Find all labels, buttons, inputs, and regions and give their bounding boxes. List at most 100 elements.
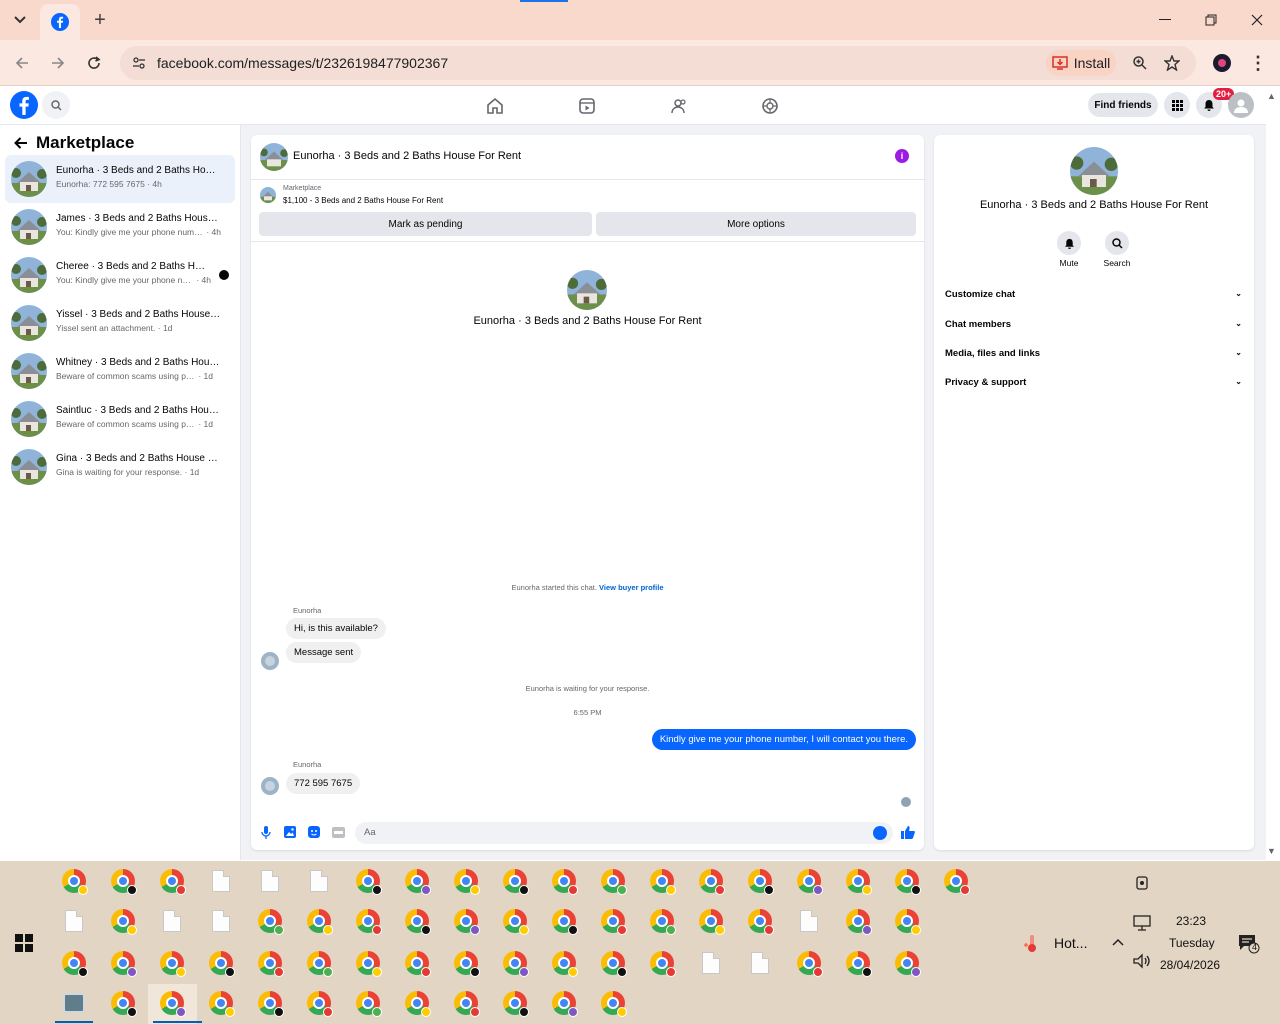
menu-grid-icon[interactable] bbox=[1164, 92, 1190, 118]
find-friends-button[interactable]: Find friends bbox=[1088, 93, 1158, 117]
conversation-item[interactable]: Gina · 3 Beds and 2 Baths House For Rent… bbox=[5, 443, 235, 491]
message-bubble-outgoing[interactable]: Kindly give me your phone number, I will… bbox=[651, 729, 916, 750]
chrome-app-icon[interactable] bbox=[111, 909, 137, 935]
conversation-item[interactable]: Cheree · 3 Beds and 2 Baths House For Re… bbox=[5, 251, 235, 299]
chrome-app-icon[interactable] bbox=[454, 869, 480, 895]
message-bubble-incoming[interactable]: 772 595 7675 bbox=[286, 773, 361, 794]
chrome-app-icon[interactable] bbox=[650, 951, 676, 977]
gaming-nav-icon[interactable] bbox=[759, 95, 781, 117]
view-buyer-profile-link[interactable]: View buyer profile bbox=[599, 583, 663, 592]
document-file-icon[interactable] bbox=[62, 909, 86, 933]
chrome-app-icon[interactable] bbox=[650, 869, 676, 895]
chrome-app-icon[interactable] bbox=[62, 951, 88, 977]
facebook-logo-icon[interactable] bbox=[10, 91, 38, 119]
microphone-icon[interactable] bbox=[259, 825, 273, 839]
chrome-app-icon[interactable] bbox=[503, 869, 529, 895]
meet-now-icon[interactable] bbox=[1130, 871, 1154, 895]
close-window-button[interactable] bbox=[1239, 6, 1275, 34]
listing-thumbnail[interactable] bbox=[260, 187, 276, 203]
chrome-app-icon[interactable] bbox=[601, 951, 627, 977]
bookmark-star-icon[interactable] bbox=[1160, 51, 1184, 75]
sticker-icon[interactable] bbox=[307, 825, 321, 839]
chrome-app-icon[interactable] bbox=[160, 991, 186, 1017]
chrome-app-icon[interactable] bbox=[601, 991, 627, 1017]
document-file-icon[interactable] bbox=[258, 869, 282, 893]
document-file-icon[interactable] bbox=[209, 869, 233, 893]
chrome-app-icon[interactable] bbox=[307, 951, 333, 977]
reload-button[interactable] bbox=[80, 49, 108, 77]
groups-nav-icon[interactable] bbox=[667, 95, 689, 117]
back-arrow-icon[interactable] bbox=[14, 137, 28, 149]
extension-icon[interactable] bbox=[1210, 51, 1234, 75]
message-input[interactable]: Aa bbox=[355, 822, 893, 844]
chrome-app-icon[interactable] bbox=[258, 909, 284, 935]
chrome-app-icon[interactable] bbox=[503, 991, 529, 1017]
minimize-button[interactable] bbox=[1147, 6, 1183, 34]
volume-icon[interactable] bbox=[1130, 949, 1154, 973]
photo-icon[interactable] bbox=[283, 825, 297, 839]
more-options-button[interactable]: More options bbox=[596, 212, 916, 236]
chrome-app-icon[interactable] bbox=[552, 909, 578, 935]
chat-avatar[interactable] bbox=[260, 143, 288, 171]
chrome-app-icon[interactable] bbox=[160, 869, 186, 895]
document-file-icon[interactable] bbox=[307, 869, 331, 893]
chrome-app-icon[interactable] bbox=[748, 869, 774, 895]
customize-chat-section[interactable]: Customize chat ⌄ bbox=[945, 289, 1242, 307]
chrome-app-icon[interactable] bbox=[111, 951, 137, 977]
chrome-app-icon[interactable] bbox=[405, 991, 431, 1017]
url-text[interactable]: facebook.com/messages/t/2326198477902367 bbox=[157, 55, 448, 71]
privacy-support-section[interactable]: Privacy & support ⌄ bbox=[945, 377, 1242, 395]
conversation-item[interactable]: Eunorha · 3 Beds and 2 Baths House For R… bbox=[5, 155, 235, 203]
chrome-app-icon[interactable] bbox=[552, 991, 578, 1017]
media-files-section[interactable]: Media, files and links ⌄ bbox=[945, 348, 1242, 366]
chrome-app-icon[interactable] bbox=[846, 909, 872, 935]
clock-date[interactable]: 28/04/2026 bbox=[1160, 958, 1220, 972]
chrome-app-icon[interactable] bbox=[454, 991, 480, 1017]
chrome-app-icon[interactable] bbox=[552, 951, 578, 977]
document-file-icon[interactable] bbox=[797, 909, 821, 933]
chrome-app-icon[interactable] bbox=[601, 869, 627, 895]
conversation-item[interactable]: Whitney · 3 Beds and 2 Baths House For R… bbox=[5, 347, 235, 395]
chrome-app-icon[interactable] bbox=[307, 909, 333, 935]
search-chat-button[interactable]: Search bbox=[1097, 231, 1137, 268]
browser-menu-icon[interactable]: ⋮ bbox=[1248, 51, 1268, 75]
restore-button[interactable] bbox=[1193, 6, 1229, 34]
chrome-app-icon[interactable] bbox=[797, 951, 823, 977]
chrome-app-icon[interactable] bbox=[895, 909, 921, 935]
document-file-icon[interactable] bbox=[209, 909, 233, 933]
chrome-app-icon[interactable] bbox=[454, 909, 480, 935]
chat-title[interactable]: Eunorha · 3 Beds and 2 Baths House For R… bbox=[293, 150, 521, 162]
chrome-app-icon[interactable] bbox=[258, 991, 284, 1017]
gif-icon[interactable] bbox=[331, 825, 345, 839]
chrome-app-icon[interactable] bbox=[307, 991, 333, 1017]
message-bubble-incoming[interactable]: Message sent bbox=[286, 642, 362, 663]
chrome-app-icon[interactable] bbox=[797, 869, 823, 895]
chrome-app-icon[interactable] bbox=[454, 951, 480, 977]
clock-day[interactable]: Tuesday bbox=[1169, 936, 1215, 950]
chrome-app-icon[interactable] bbox=[944, 869, 970, 895]
conversation-item[interactable]: Yissel · 3 Beds and 2 Baths House For Re… bbox=[5, 299, 235, 347]
chrome-app-icon[interactable] bbox=[601, 909, 627, 935]
windows-start-icon[interactable] bbox=[15, 934, 33, 952]
install-app-button[interactable]: Install bbox=[1046, 50, 1116, 76]
chrome-app-icon[interactable] bbox=[895, 869, 921, 895]
message-bubble-incoming[interactable]: Hi, is this available? bbox=[286, 618, 386, 639]
scrollbar-down-arrow-icon[interactable]: ▼ bbox=[1267, 846, 1276, 856]
thumbs-up-icon[interactable] bbox=[901, 825, 915, 839]
chrome-app-icon[interactable] bbox=[699, 909, 725, 935]
mark-pending-button[interactable]: Mark as pending bbox=[259, 212, 592, 236]
chrome-app-icon[interactable] bbox=[846, 951, 872, 977]
network-icon[interactable] bbox=[1130, 911, 1154, 935]
conversation-item[interactable]: Saintluc · 3 Beds and 2 Baths House For … bbox=[5, 395, 235, 443]
forward-button[interactable] bbox=[44, 49, 72, 77]
chrome-app-icon[interactable] bbox=[160, 951, 186, 977]
chrome-app-icon[interactable] bbox=[111, 991, 137, 1017]
clock-time[interactable]: 23:23 bbox=[1176, 914, 1206, 928]
emoji-icon[interactable] bbox=[873, 826, 887, 840]
chat-members-section[interactable]: Chat members ⌄ bbox=[945, 319, 1242, 337]
chrome-app-icon[interactable] bbox=[405, 909, 431, 935]
site-info-icon[interactable] bbox=[128, 52, 150, 74]
back-button[interactable] bbox=[8, 49, 36, 77]
home-nav-icon[interactable] bbox=[484, 95, 506, 117]
chrome-app-icon[interactable] bbox=[503, 951, 529, 977]
